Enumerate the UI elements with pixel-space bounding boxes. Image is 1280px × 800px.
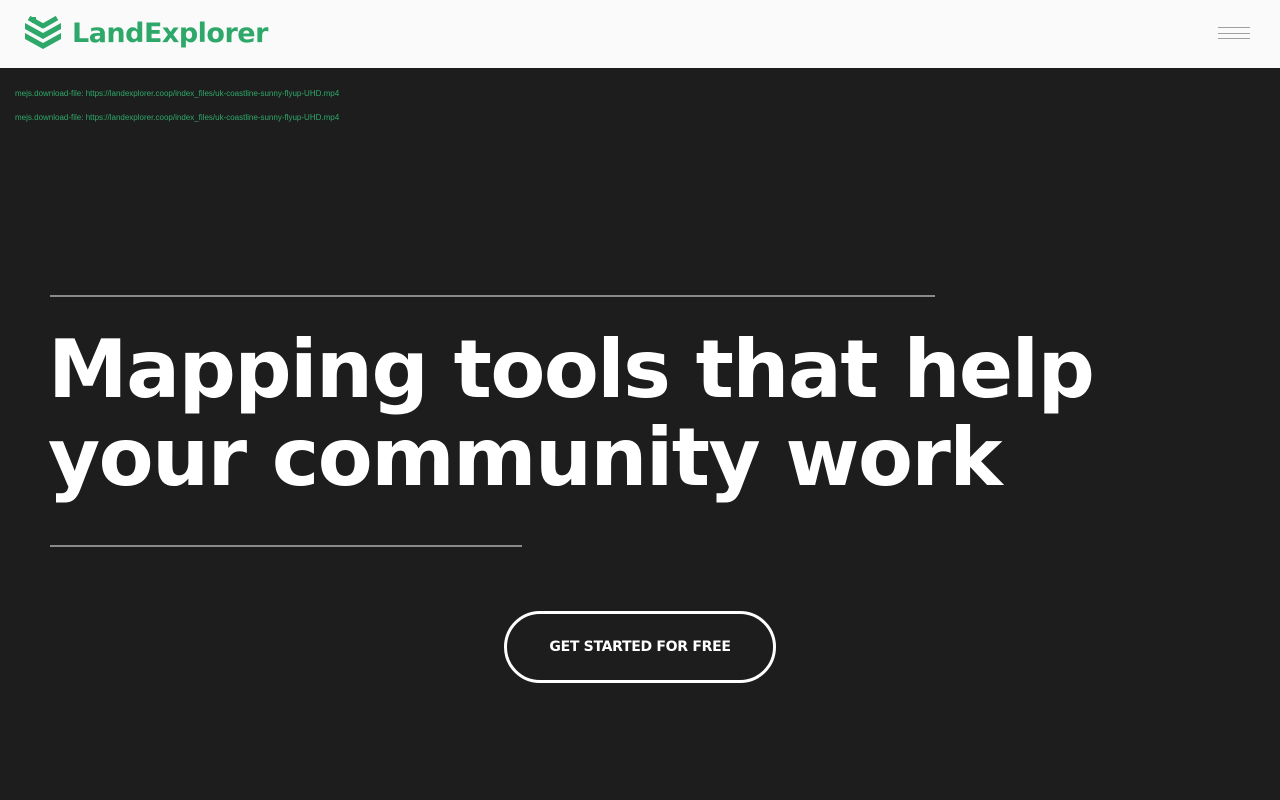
layered-map-check-icon	[25, 15, 61, 49]
brand-name: LandExplorer	[72, 17, 268, 49]
get-started-button[interactable]: GET STARTED FOR FREE	[504, 611, 776, 683]
menu-bar	[1218, 27, 1250, 28]
brand-logo-link[interactable]: LandExplorer	[22, 12, 268, 54]
hamburger-menu-icon[interactable]	[1214, 22, 1254, 46]
hero-section: mejs.download-file: https://landexplorer…	[0, 68, 1280, 800]
site-header: LandExplorer	[0, 0, 1280, 68]
media-debug-text: mejs.download-file: https://landexplorer…	[15, 89, 340, 98]
hero-headline: Mapping tools that help your community w…	[48, 323, 1095, 504]
divider-bottom	[50, 545, 522, 547]
menu-bar	[1218, 33, 1250, 34]
media-debug-text: mejs.download-file: https://landexplorer…	[15, 113, 340, 122]
divider-top	[50, 295, 935, 297]
menu-bar	[1218, 38, 1250, 39]
